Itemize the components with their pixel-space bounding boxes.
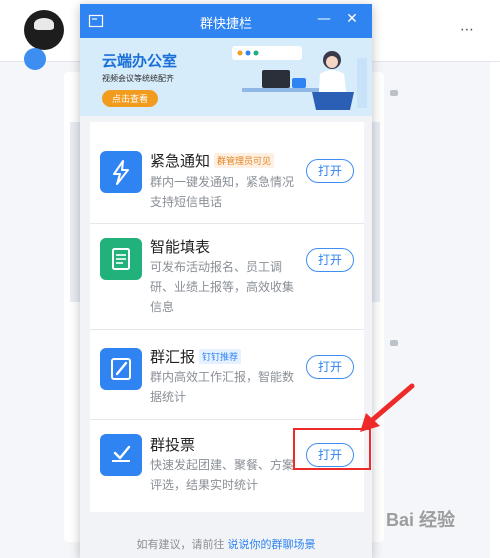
- list-item: 紧急通知 群管理员可见 群内一键发通知，紧急情况支持短信电话 打开: [90, 122, 364, 224]
- list-item: 智能填表 可发布活动报名、员工调研、业绩上报等，高效收集信息 打开: [90, 224, 364, 330]
- group-avatar[interactable]: [24, 10, 64, 50]
- bg-text-fragment: [390, 340, 398, 346]
- list-item: 群汇报 钉钉推荐 群内高效工作汇报，智能数据统计 打开: [90, 330, 364, 420]
- lightning-icon: [100, 151, 142, 193]
- report-icon: [100, 348, 142, 390]
- close-icon[interactable]: ✕: [344, 11, 360, 27]
- item-title: 群汇报 钉钉推荐: [150, 346, 242, 367]
- item-title: 智能填表: [150, 239, 211, 256]
- baidu-watermark: Bai 经验: [386, 510, 456, 530]
- item-description: 快速发起团建、聚餐、方案评选，结果实时统计: [150, 458, 295, 492]
- blue-status-icon: [24, 48, 46, 70]
- office-illustration-icon: [232, 46, 367, 110]
- minimize-icon[interactable]: —: [316, 11, 332, 27]
- feedback-link[interactable]: 说说你的群聊场景: [228, 539, 316, 551]
- open-button[interactable]: 打开: [306, 248, 354, 272]
- scrollbar[interactable]: [490, 62, 500, 558]
- popup-header: 群快捷栏 — ✕: [80, 4, 372, 38]
- more-icon[interactable]: ⋯: [460, 22, 476, 38]
- item-description: 可发布活动报名、员工调研、业绩上报等，高效收集信息: [150, 260, 295, 314]
- item-title: 紧急通知 群管理员可见: [150, 150, 275, 171]
- banner-subtitle: 视频会议等统统配齐: [102, 74, 174, 83]
- admin-visible-badge: 群管理员可见: [214, 153, 275, 168]
- bg-text-fragment: [390, 90, 398, 96]
- open-button[interactable]: 打开: [306, 159, 354, 183]
- form-icon: [100, 238, 142, 280]
- item-title: 群投票: [150, 437, 196, 454]
- footer-text: 如有建议，请前往: [136, 539, 225, 551]
- recommended-badge: 钉钉推荐: [199, 349, 242, 364]
- banner-view-button[interactable]: 点击查看: [102, 90, 159, 107]
- vote-icon: [100, 434, 142, 476]
- promo-banner[interactable]: 云端办公室 视频会议等统统配齐 点击查看: [80, 38, 372, 116]
- suggestion-footer: 如有建议，请前往 说说你的群聊场景: [80, 536, 372, 552]
- group-shortcut-popup: 群快捷栏 — ✕ 云端办公室 视频会议等统统配齐 点击查看 紧急通知 群管理员可…: [80, 4, 372, 558]
- item-description: 群内高效工作汇报，智能数据统计: [150, 370, 295, 404]
- banner-title: 云端办公室: [102, 53, 178, 70]
- item-description: 群内一键发通知，紧急情况支持短信电话: [150, 175, 295, 209]
- open-button[interactable]: 打开: [306, 355, 354, 379]
- red-arrow-icon: [360, 383, 415, 432]
